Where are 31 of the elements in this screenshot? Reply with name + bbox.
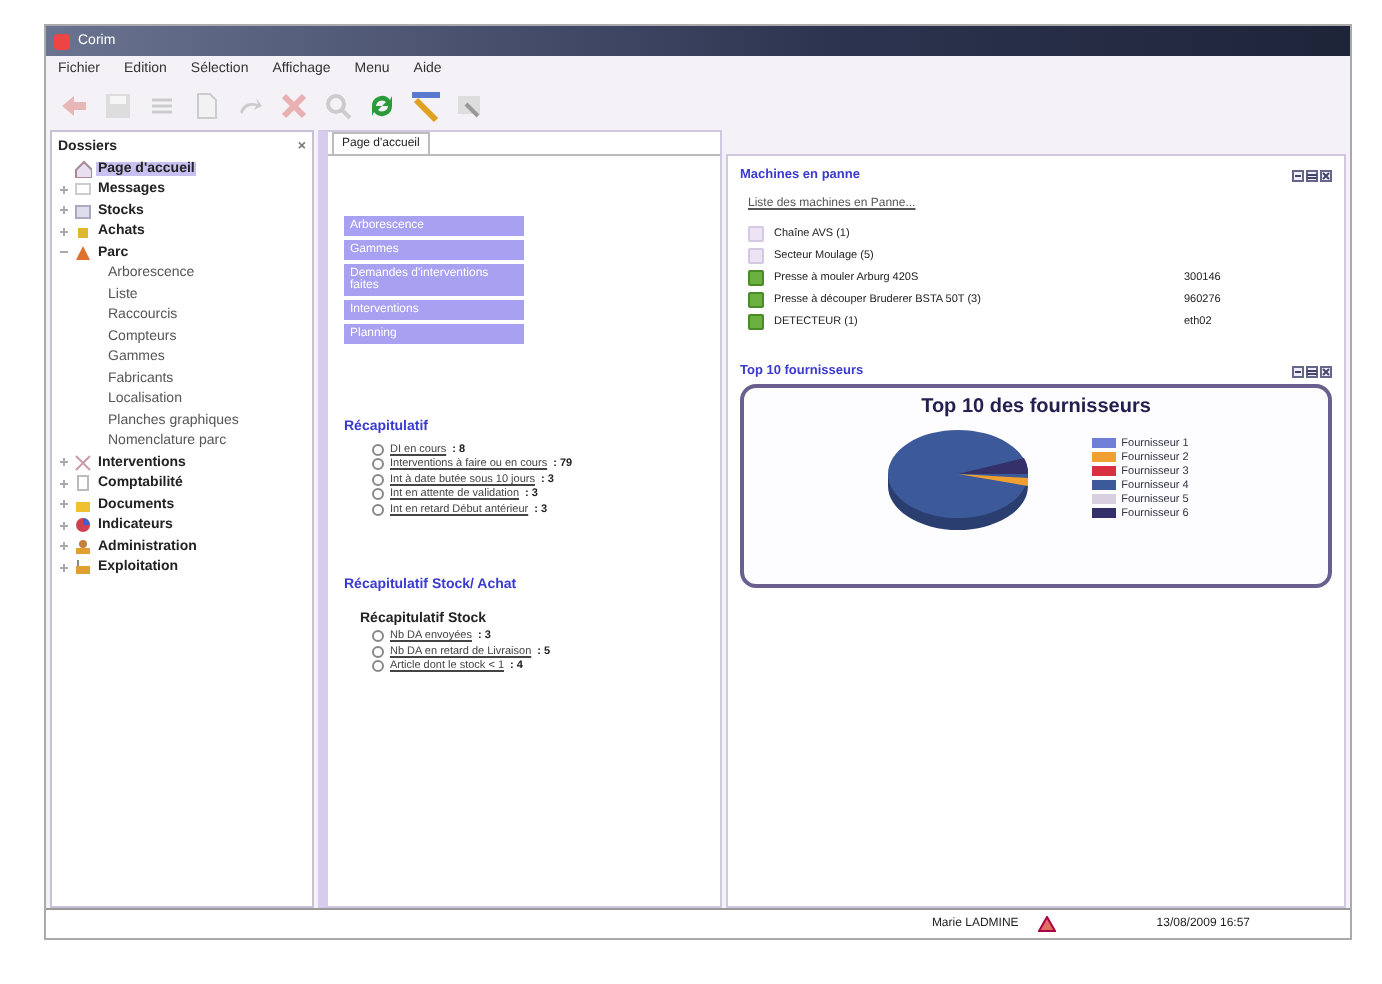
pie-icon — [74, 516, 92, 535]
collapse-icon[interactable] — [58, 246, 70, 259]
expand-icon[interactable] — [58, 540, 70, 553]
document-icon — [74, 474, 92, 493]
back-arrow-icon[interactable] — [58, 90, 90, 122]
warning-triangle-icon — [1038, 916, 1057, 932]
pencil-edit-icon[interactable] — [410, 90, 442, 122]
person-icon — [74, 537, 92, 556]
expand-icon[interactable] — [58, 561, 70, 574]
expand-icon[interactable] — [58, 498, 70, 511]
delete-icon[interactable] — [278, 90, 310, 122]
close-icon[interactable] — [1320, 365, 1332, 377]
expand-icon[interactable] — [58, 456, 70, 469]
expand-icon[interactable] — [58, 204, 70, 217]
close-icon[interactable] — [1320, 169, 1332, 181]
home-icon — [74, 159, 92, 178]
minimize-icon[interactable] — [1292, 169, 1304, 181]
chart-title: Top 10 des fournisseurs — [921, 396, 1151, 418]
expand-icon[interactable] — [58, 477, 70, 490]
minimize-icon[interactable] — [1292, 365, 1304, 377]
restore-icon[interactable] — [1306, 365, 1318, 377]
refresh-icon[interactable] — [366, 90, 398, 122]
folder-icon — [74, 558, 92, 577]
save-icon[interactable] — [102, 90, 134, 122]
warning-triangle-icon — [74, 243, 92, 262]
expand-icon[interactable] — [58, 183, 70, 196]
expand-icon[interactable] — [58, 225, 70, 238]
expand-icon[interactable] — [58, 519, 70, 532]
restore-icon[interactable] — [1306, 169, 1318, 181]
app-icon — [54, 33, 70, 49]
search-icon[interactable] — [322, 90, 354, 122]
